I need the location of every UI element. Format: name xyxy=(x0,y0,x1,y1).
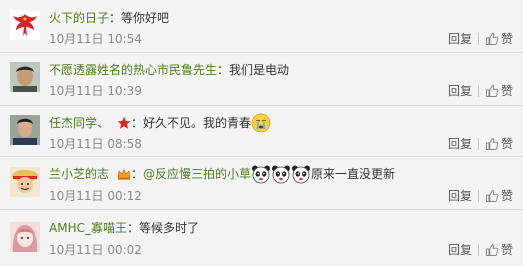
colon: ： xyxy=(131,167,144,181)
person-avatar-icon[interactable] xyxy=(10,115,40,145)
reply-button[interactable]: 回复 xyxy=(448,242,472,258)
like-button[interactable]: 赞 xyxy=(485,242,513,258)
person-avatar-icon[interactable] xyxy=(10,62,40,92)
like-label: 赞 xyxy=(500,189,513,203)
comment-time: 10月11日 00:12 xyxy=(49,189,142,203)
reply-button[interactable]: 回复 xyxy=(448,136,472,152)
commenter-name[interactable]: 火下的日子 xyxy=(49,8,109,28)
thumbs-up-icon xyxy=(485,243,499,256)
like-label: 赞 xyxy=(500,84,513,98)
comment-time: 10月11日 08:58 xyxy=(49,137,142,151)
mention-link[interactable]: @反应慢三拍的小草 xyxy=(143,164,251,184)
thumbs-up-icon xyxy=(485,32,499,45)
comment-text: 原来一直没更新 xyxy=(311,167,396,181)
reply-button[interactable]: 回复 xyxy=(448,188,472,204)
commenter-name[interactable]: AMHC_寡喵王 xyxy=(49,218,127,238)
reply-button[interactable]: 回复 xyxy=(448,31,472,47)
commenter-name[interactable]: 兰小芝的志 xyxy=(49,164,109,184)
divider xyxy=(477,244,479,256)
crying-face-icon xyxy=(251,113,271,133)
comment-text: 我们是电动 xyxy=(229,63,290,77)
comment-text: 等你好吧 xyxy=(121,11,170,25)
like-button[interactable]: 赞 xyxy=(485,31,513,47)
like-label: 赞 xyxy=(500,243,513,257)
divider xyxy=(477,138,479,150)
crown-badge-icon[interactable] xyxy=(117,167,131,181)
thumbs-up-icon xyxy=(485,84,499,97)
comment-item: 任杰同学、 ： 好久不见。我的青春 10月11日 08:58 回复 赞 xyxy=(0,106,523,156)
cartoon-avatar-icon[interactable] xyxy=(10,167,40,197)
divider xyxy=(477,190,479,202)
comment-item: AMHC_寡喵王 ： 等候多时了 10月11日 00:02 回复 赞 xyxy=(0,210,523,266)
comment-item: 火下的日子 ： 等你好吧 10月11日 10:54 回复 赞 xyxy=(0,0,523,52)
divider xyxy=(477,85,479,97)
colon: ： xyxy=(131,116,144,130)
panda-face-icon xyxy=(251,164,271,184)
anime-avatar-icon[interactable] xyxy=(10,222,40,252)
thumbs-up-icon xyxy=(485,137,499,150)
comment-time: 10月11日 10:39 xyxy=(49,84,142,98)
like-label: 赞 xyxy=(500,32,513,46)
like-label: 赞 xyxy=(500,137,513,151)
like-button[interactable]: 赞 xyxy=(485,136,513,152)
commenter-name[interactable]: 任杰同学、 xyxy=(49,113,109,133)
colon: ： xyxy=(126,221,139,235)
comment-item: 不愿透露姓名的热心市民鲁先生 ： 我们是电动 10月11日 10:39 回复 赞 xyxy=(0,53,523,105)
like-button[interactable]: 赞 xyxy=(485,83,513,99)
comment-text: 等候多时了 xyxy=(138,221,199,235)
colon: ： xyxy=(217,63,230,77)
panda-face-icon xyxy=(291,164,311,184)
like-button[interactable]: 赞 xyxy=(485,188,513,204)
divider xyxy=(477,33,479,45)
reply-button[interactable]: 回复 xyxy=(448,83,472,99)
red-star-badge-icon[interactable] xyxy=(117,116,131,130)
thumbs-up-icon xyxy=(485,189,499,202)
colon: ： xyxy=(109,11,122,25)
commenter-name[interactable]: 不愿透露姓名的热心市民鲁先生 xyxy=(49,60,217,80)
comment-item: 兰小芝的志 ： @反应慢三拍的小草 原来一直没更新 10月11日 00:12 回… xyxy=(0,157,523,209)
panda-face-icon xyxy=(271,164,291,184)
comment-time: 10月11日 00:02 xyxy=(49,243,142,257)
phoenix-avatar-icon[interactable] xyxy=(10,10,40,40)
comment-text: 好久不见。我的青春 xyxy=(143,116,252,130)
comment-time: 10月11日 10:54 xyxy=(49,32,142,46)
